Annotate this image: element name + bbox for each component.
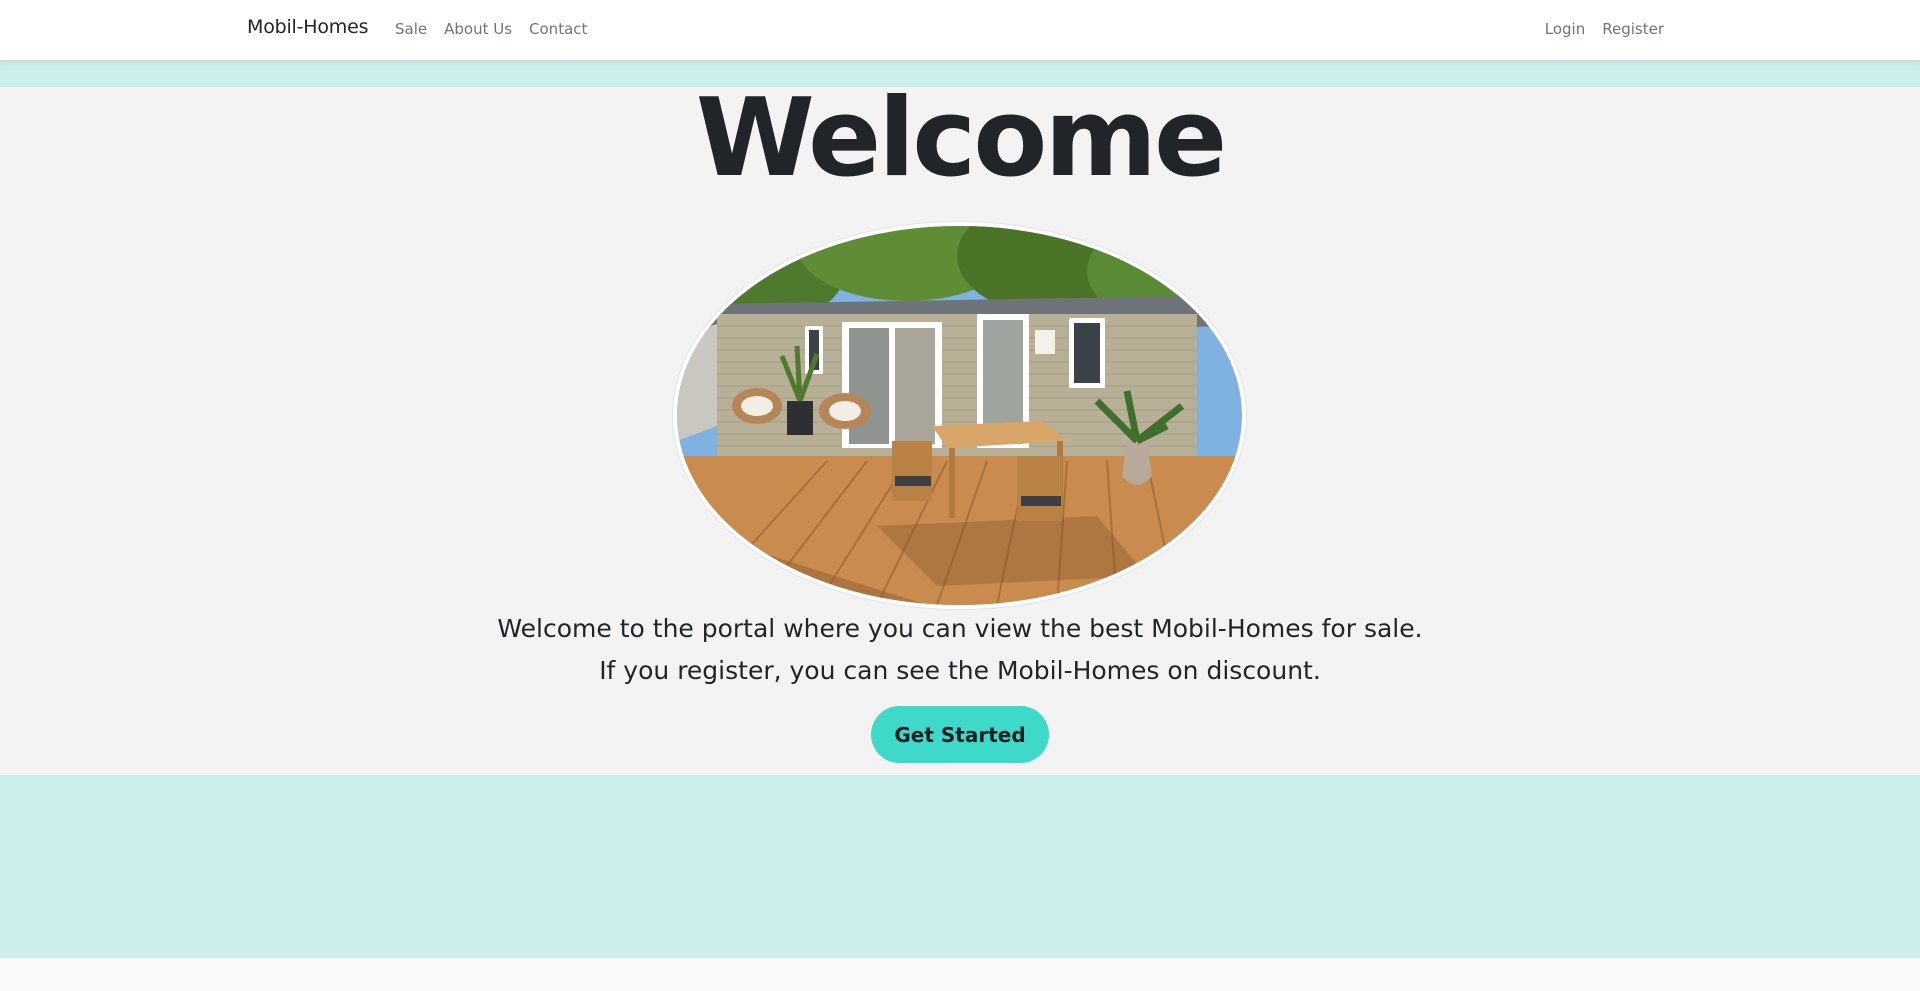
hero-image <box>677 226 1242 605</box>
get-started-button[interactable]: Get Started <box>871 706 1049 763</box>
nav-link-contact[interactable]: Contact <box>529 20 587 38</box>
hero-title: Welcome <box>695 76 1228 201</box>
hero-intro-text: Welcome to the portal where you can view… <box>497 614 1423 643</box>
nav-auth-links: Login Register <box>1545 20 1664 38</box>
top-navbar: Mobil-Homes Sale About Us Contact Login … <box>0 0 1920 60</box>
nav-link-register[interactable]: Register <box>1602 20 1664 38</box>
nav-link-sale[interactable]: Sale <box>395 20 427 38</box>
nav-link-about-us[interactable]: About Us <box>444 20 512 38</box>
brand-link[interactable]: Mobil-Homes <box>247 16 369 38</box>
bottom-teal-band <box>0 775 1920 958</box>
nav-link-login[interactable]: Login <box>1545 20 1585 38</box>
hero-discount-text: If you register, you can see the Mobil-H… <box>599 656 1321 685</box>
nav-main-links: Sale About Us Contact <box>395 20 587 38</box>
